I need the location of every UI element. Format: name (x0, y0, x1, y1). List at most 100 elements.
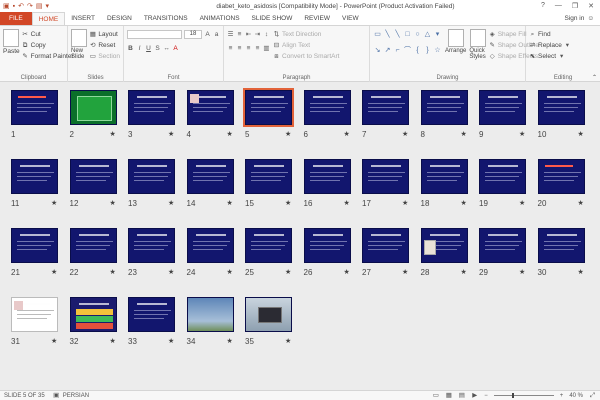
star-shape-icon[interactable]: ☆ (433, 47, 442, 55)
sign-in[interactable]: Sign in ☺ (564, 12, 600, 25)
undo-icon[interactable]: ↶ (18, 2, 24, 10)
reading-view-icon[interactable]: ▤ (458, 392, 465, 399)
transition-star-icon[interactable]: ★ (578, 130, 584, 138)
slide-thumbnail[interactable] (11, 159, 58, 194)
slide-thumbnail[interactable] (69, 159, 117, 194)
cut-button[interactable]: ✂ Cut (22, 29, 74, 40)
slide-thumbnail[interactable] (420, 159, 468, 194)
decrease-indent-icon[interactable]: ⇤ (245, 31, 252, 38)
brace-shape-icon[interactable]: } (423, 47, 432, 55)
transition-star-icon[interactable]: ★ (344, 268, 350, 276)
spell-check-icon[interactable]: ▣ (53, 392, 60, 399)
line-spacing-icon[interactable]: ↕ (263, 31, 270, 38)
slide-thumbnail[interactable] (11, 297, 58, 332)
transition-star-icon[interactable]: ★ (110, 130, 116, 138)
curve-shape-icon[interactable]: ⌒ (403, 47, 412, 55)
section-button[interactable]: ▭ Section (89, 51, 120, 62)
transition-star-icon[interactable]: ★ (519, 268, 525, 276)
columns-icon[interactable]: ▥ (263, 45, 270, 52)
slide-thumbnail[interactable] (420, 228, 468, 263)
tab-insert[interactable]: INSERT (65, 12, 101, 25)
slide-thumbnail[interactable] (186, 159, 234, 194)
font-color-icon[interactable]: A (172, 45, 179, 52)
transition-star-icon[interactable]: ★ (402, 199, 408, 207)
restore-button[interactable]: ❐ (572, 2, 578, 10)
slide-thumbnail[interactable] (420, 90, 468, 125)
paste-button[interactable]: Paste (3, 29, 20, 62)
transition-star-icon[interactable]: ★ (285, 337, 291, 345)
arrow-shape-icon[interactable]: ↗ (383, 47, 392, 55)
slide-thumbnail[interactable] (11, 90, 58, 125)
slide-thumbnail[interactable] (243, 88, 294, 127)
zoom-level[interactable]: 40 % (569, 393, 583, 399)
align-center-icon[interactable]: ≡ (236, 45, 243, 52)
bold-icon[interactable]: B (127, 45, 134, 52)
save-icon[interactable]: ▪ (13, 3, 15, 10)
strikethrough-icon[interactable]: S (154, 45, 161, 52)
transition-star-icon[interactable]: ★ (519, 130, 525, 138)
transition-star-icon[interactable]: ★ (578, 199, 584, 207)
transition-star-icon[interactable]: ★ (461, 130, 467, 138)
bracket-shape-icon[interactable]: ⌐ (393, 47, 402, 55)
increase-indent-icon[interactable]: ⇥ (254, 31, 261, 38)
transition-star-icon[interactable]: ★ (168, 268, 174, 276)
format-painter-button[interactable]: ✎ Format Painter (22, 51, 73, 62)
tab-file[interactable]: FILE (0, 12, 32, 25)
transition-star-icon[interactable]: ★ (168, 130, 174, 138)
slide-thumbnail[interactable] (303, 90, 351, 125)
slide-thumbnail[interactable] (186, 297, 234, 332)
justify-icon[interactable]: ≡ (254, 45, 261, 52)
copy-button[interactable]: ⧉ Copy (22, 40, 74, 51)
slide-thumbnail[interactable] (69, 90, 117, 125)
minimize-button[interactable]: — (555, 2, 562, 10)
replace-button[interactable]: ⇄ Replace ▾ (529, 40, 597, 51)
convert-smartart-button[interactable]: ⧈ Convert to SmartArt (273, 51, 339, 62)
transition-star-icon[interactable]: ★ (285, 130, 291, 138)
transition-star-icon[interactable]: ★ (51, 268, 57, 276)
slideshow-view-icon[interactable]: ▶ (471, 392, 478, 399)
arrange-button[interactable]: Arrange (445, 29, 466, 62)
triangle-shape-icon[interactable]: △ (423, 31, 432, 39)
slide-thumbnail[interactable] (11, 228, 58, 263)
transition-star-icon[interactable]: ★ (461, 268, 467, 276)
slide-thumbnail[interactable] (362, 90, 409, 125)
transition-star-icon[interactable]: ★ (110, 268, 116, 276)
slide-thumbnail[interactable] (362, 228, 409, 263)
font-name-input[interactable] (127, 30, 182, 39)
oval-shape-icon[interactable]: ○ (413, 31, 422, 39)
line-shape-icon[interactable]: ╲ (393, 31, 402, 39)
shapes-gallery[interactable]: ▭ ╲ ╲ □ ○ △ ▾ ↘ ↗ ⌐ ⌒ { } ☆ (373, 31, 442, 62)
slide-thumbnail[interactable] (479, 159, 526, 194)
redo-icon[interactable]: ↷ (27, 2, 33, 10)
more-shapes-icon[interactable]: ▾ (433, 31, 442, 39)
align-left-icon[interactable]: ≡ (227, 45, 234, 52)
italic-icon[interactable]: I (136, 45, 143, 52)
transition-star-icon[interactable]: ★ (519, 199, 525, 207)
fit-to-window-icon[interactable]: ⤢ (589, 392, 596, 399)
zoom-in-button[interactable]: + (560, 393, 564, 399)
transition-star-icon[interactable]: ★ (344, 130, 350, 138)
transition-star-icon[interactable]: ★ (110, 199, 116, 207)
slide-thumbnail[interactable] (69, 228, 117, 263)
transition-star-icon[interactable]: ★ (227, 268, 233, 276)
close-button[interactable]: ✕ (588, 2, 594, 10)
slide-thumbnail[interactable] (128, 297, 175, 332)
help-button[interactable]: ? (541, 2, 545, 10)
slide-thumbnail[interactable] (128, 228, 175, 263)
align-right-icon[interactable]: ≡ (245, 45, 252, 52)
text-direction-button[interactable]: ⇅ Text Direction (273, 29, 339, 40)
language-indicator[interactable]: PERSIAN (63, 393, 89, 399)
reset-button[interactable]: ⟲ Reset (89, 40, 120, 51)
select-button[interactable]: ⬉ Select ▾ (529, 51, 597, 62)
slide-thumbnail[interactable] (479, 90, 526, 125)
zoom-slider-thumb[interactable] (511, 393, 514, 398)
transition-star-icon[interactable]: ★ (227, 337, 233, 345)
slide-thumbnail[interactable] (128, 159, 175, 194)
slide-thumbnail[interactable] (186, 228, 234, 263)
bullets-icon[interactable]: ☰ (227, 31, 234, 38)
transition-star-icon[interactable]: ★ (285, 199, 291, 207)
transition-star-icon[interactable]: ★ (578, 268, 584, 276)
transition-star-icon[interactable]: ★ (168, 199, 174, 207)
slide-thumbnail[interactable] (362, 159, 409, 194)
layout-button[interactable]: ▦ Layout (89, 29, 120, 40)
